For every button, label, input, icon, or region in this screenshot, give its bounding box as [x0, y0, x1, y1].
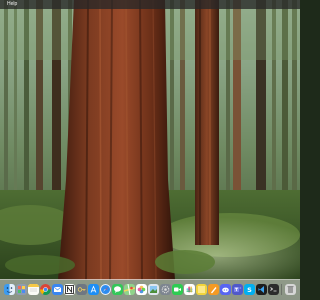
stickies-icon[interactable] [196, 284, 207, 295]
mail-icon[interactable] [52, 284, 63, 295]
teams-icon[interactable] [232, 284, 243, 295]
dock: S [0, 279, 300, 300]
photos-icon[interactable] [136, 284, 147, 295]
preview-icon[interactable] [148, 284, 159, 295]
vscode-icon[interactable] [256, 284, 267, 295]
desktop: Help S [0, 0, 300, 300]
messages-icon[interactable] [112, 284, 123, 295]
trash-icon[interactable] [285, 284, 296, 295]
menu-item-help[interactable]: Help [7, 0, 17, 9]
chrome-icon[interactable] [40, 284, 51, 295]
desktop-wallpaper [0, 0, 300, 300]
app-store-icon[interactable] [88, 284, 99, 295]
safari-icon[interactable] [100, 284, 111, 295]
discord-icon[interactable] [220, 284, 231, 295]
launchpad-icon[interactable] [16, 284, 27, 295]
svg-text:S: S [247, 286, 252, 294]
skype-icon[interactable]: S [244, 284, 255, 295]
notion-icon[interactable] [64, 284, 75, 295]
finder-icon[interactable] [4, 284, 15, 295]
pages-icon[interactable] [208, 284, 219, 295]
dock-separator [281, 284, 282, 295]
system-settings-icon[interactable] [160, 284, 171, 295]
terminal-icon[interactable] [268, 284, 279, 295]
slack-icon[interactable] [184, 284, 195, 295]
facetime-icon[interactable] [172, 284, 183, 295]
keychain-icon[interactable] [76, 284, 87, 295]
menu-bar: Help [0, 0, 300, 9]
notes-icon[interactable] [28, 284, 39, 295]
maps-icon[interactable] [124, 284, 135, 295]
